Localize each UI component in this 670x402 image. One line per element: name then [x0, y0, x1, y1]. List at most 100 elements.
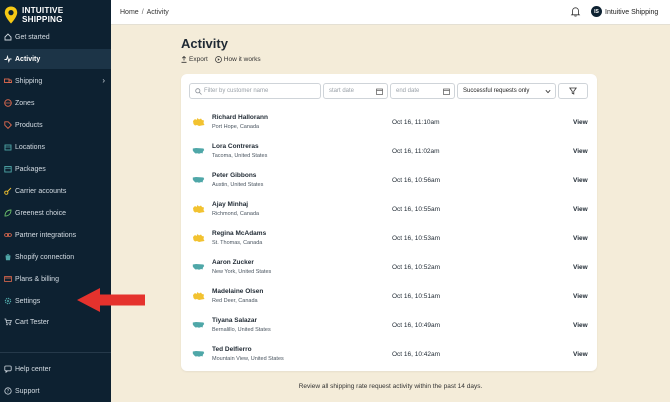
activity-row: Aaron Zucker New York, United States Oct 1…: [181, 253, 597, 282]
pin-icon: [4, 143, 12, 151]
filter-button[interactable]: [558, 83, 588, 99]
end-date-input[interactable]: end date: [390, 83, 455, 99]
customer-name: Madelaine Olsen: [212, 288, 264, 295]
canada-map-icon: [193, 292, 205, 300]
request-time: Oct 16, 10:42am: [392, 351, 441, 358]
sidebar-item-help-center[interactable]: Help center: [0, 359, 111, 379]
how-it-works-label: How it works: [223, 56, 261, 63]
view-link[interactable]: View: [573, 293, 588, 300]
customer-search-input[interactable]: Filter by customer name: [189, 83, 321, 99]
activity-row: Regina McAdams St. Thomas, Canada Oct 16, …: [181, 224, 597, 253]
canada-map-icon: [193, 234, 205, 242]
view-link[interactable]: View: [573, 148, 588, 155]
sidebar-item-partner-integrations[interactable]: Partner integrations: [0, 225, 111, 245]
cart-icon: [4, 318, 12, 326]
status-select-value: Successful requests only: [463, 88, 530, 94]
canada-map-icon: [193, 205, 205, 213]
customer-name: Regina McAdams: [212, 230, 267, 237]
sidebar-item-label: Locations: [15, 143, 45, 151]
card-icon: [4, 275, 12, 283]
end-date-placeholder: end date: [396, 88, 420, 94]
funnel-icon: [569, 87, 577, 95]
canada-map-icon: [193, 118, 205, 126]
view-link[interactable]: View: [573, 177, 588, 184]
brand-line-1: INTUITIVE: [22, 6, 64, 15]
view-link[interactable]: View: [573, 351, 588, 358]
view-link[interactable]: View: [573, 119, 588, 126]
request-time: Oct 16, 10:56am: [392, 177, 441, 184]
status-select[interactable]: Successful requests only: [457, 83, 556, 99]
sidebar-item-label: Zones: [15, 99, 35, 107]
usa-map-icon: [192, 148, 205, 154]
usa-map-icon: [192, 177, 205, 183]
sidebar-item-cart-tester[interactable]: Cart Tester: [0, 312, 111, 332]
activity-card: Filter by customer name start date end d…: [181, 74, 597, 371]
sidebar-item-plans-billing[interactable]: Plans & billing: [0, 269, 111, 289]
sidebar-item-label: Shopify connection: [15, 253, 75, 261]
page-actions: Export How it works: [181, 56, 268, 63]
sidebar-item-locations[interactable]: Locations: [0, 137, 111, 157]
start-date-input[interactable]: start date: [323, 83, 388, 99]
view-link[interactable]: View: [573, 206, 588, 213]
request-time: Oct 16, 10:52am: [392, 264, 441, 271]
sidebar: INTUITIVE SHIPPING Get started Activity …: [0, 0, 111, 402]
gear-icon: [4, 297, 12, 305]
activity-row: Lora Contreras Tacoma, United States Oct 1…: [181, 137, 597, 166]
sidebar-item-label: Greenest choice: [15, 209, 66, 217]
sidebar-item-zones[interactable]: Zones: [0, 93, 111, 113]
breadcrumb-current: Activity: [146, 9, 169, 16]
sidebar-item-label: Help center: [15, 365, 51, 373]
customer-location: Tacoma, United States: [212, 153, 268, 159]
customer-location: Austin, United States: [212, 182, 264, 188]
sidebar-item-label: Activity: [15, 55, 41, 63]
sidebar-item-packages[interactable]: Packages: [0, 159, 111, 179]
sidebar-item-activity[interactable]: Activity: [0, 49, 111, 69]
sidebar-item-label: Settings: [15, 297, 41, 305]
chevron-down-icon: [545, 89, 551, 94]
search-icon: [195, 88, 202, 95]
package-icon: [4, 165, 12, 173]
play-circle-icon: [214, 56, 222, 63]
bell-icon[interactable]: [570, 6, 581, 17]
footnote: Review all shipping rate request activit…: [298, 383, 483, 390]
view-link[interactable]: View: [573, 264, 588, 271]
sidebar-item-greenest-choice[interactable]: Greenest choice: [0, 203, 111, 223]
view-link[interactable]: View: [573, 235, 588, 242]
customer-location: New York, United States: [212, 269, 272, 275]
red-arrow-annotation: [77, 288, 145, 312]
shopify-icon: [4, 253, 12, 261]
customer-name: Lora Contreras: [212, 143, 259, 150]
key-icon: [4, 187, 12, 195]
breadcrumb-separator: /: [141, 9, 144, 16]
view-link[interactable]: View: [573, 322, 588, 329]
sidebar-item-products[interactable]: Products: [0, 115, 111, 135]
sidebar-item-label: Products: [15, 121, 43, 129]
how-it-works-button[interactable]: How it works: [214, 56, 261, 63]
chevron-right-icon: ›: [102, 76, 105, 85]
sidebar-item-support[interactable]: ? Support: [0, 381, 111, 401]
request-time: Oct 16, 11:10am: [392, 119, 440, 126]
customer-location: St. Thomas, Canada: [212, 240, 263, 246]
sidebar-item-shopify-connection[interactable]: Shopify connection: [0, 247, 111, 267]
customer-name: Ted Delfierro: [212, 346, 252, 353]
sidebar-item-get-started[interactable]: Get started: [0, 27, 111, 47]
sidebar-item-label: Shipping: [15, 77, 43, 85]
sidebar-item-label: Get started: [15, 33, 50, 41]
account-name[interactable]: Intuitive Shipping: [605, 9, 658, 16]
export-button[interactable]: Export: [181, 56, 208, 63]
sidebar-item-carrier-accounts[interactable]: Carrier accounts: [0, 181, 111, 201]
activity-row: Richard Hallorann Port Hope, Canada Oct 16…: [181, 108, 597, 137]
usa-map-icon: [192, 351, 205, 357]
breadcrumb-home-link[interactable]: Home: [120, 9, 139, 16]
top-bar: Home / Activity IS Intuitive Shipping: [111, 0, 670, 25]
home-icon: [4, 33, 12, 41]
link-icon: [4, 231, 12, 239]
avatar[interactable]: IS: [591, 6, 602, 17]
request-time: Oct 16, 10:51am: [392, 293, 441, 300]
brand-logo[interactable]: INTUITIVE SHIPPING: [4, 4, 108, 26]
activity-row: Ted Delfierro Mountain View, United State…: [181, 340, 597, 369]
globe-icon: [4, 99, 12, 107]
sidebar-item-shipping[interactable]: Shipping ›: [0, 71, 111, 91]
tag-icon: [4, 121, 12, 129]
request-time: Oct 16, 10:55am: [392, 206, 441, 213]
